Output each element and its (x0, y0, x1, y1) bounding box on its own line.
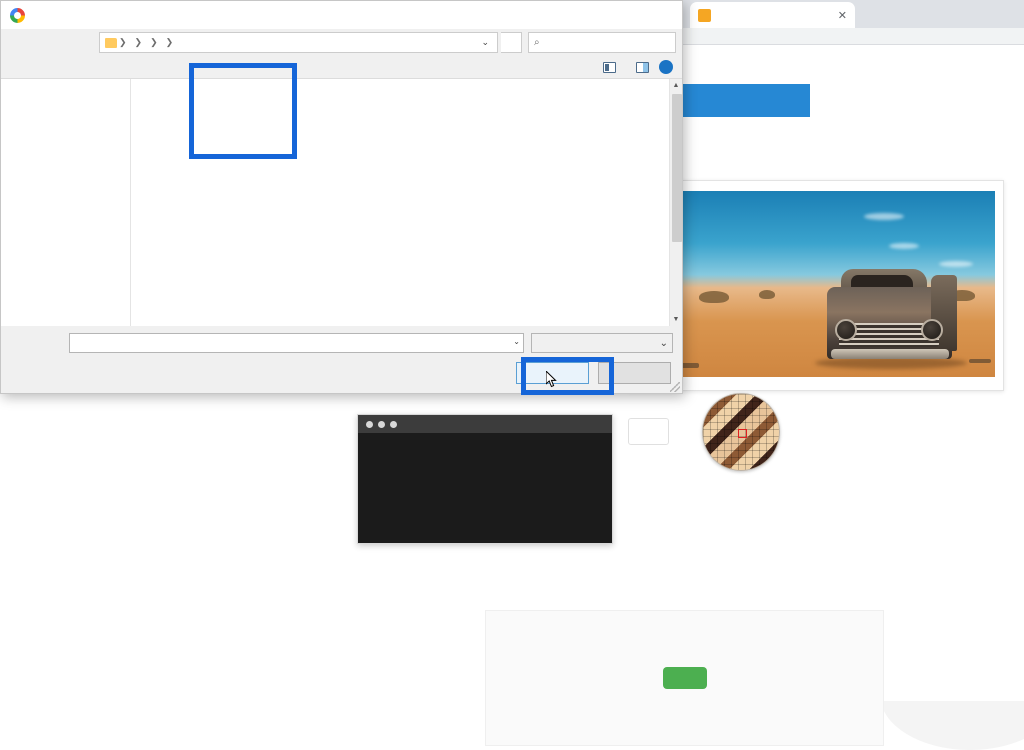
help-icon[interactable] (659, 60, 673, 74)
window-dot-icon (366, 420, 373, 428)
breadcrumb-separator-icon: ❯ (134, 37, 143, 47)
image-picker-card (628, 180, 1004, 391)
open-file-dialog: ❯ ❯ ❯ ❯ ⌄ ⌕ ▲ ▼ ⌄ ⌄ (0, 0, 683, 394)
breadcrumb-item-edna-challenge-2020[interactable] (160, 42, 164, 44)
file-list[interactable]: ▲ ▼ (131, 79, 682, 326)
upload-section (485, 610, 884, 746)
magnifier-loupe (702, 393, 780, 471)
upload-image-button[interactable] (662, 667, 707, 689)
chevron-down-icon: ⌄ (659, 337, 668, 349)
folder-icon (105, 37, 117, 48)
vertical-scrollbar[interactable]: ▲ ▼ (669, 79, 682, 326)
dialog-navigation-bar: ❯ ❯ ❯ ❯ ⌄ ⌕ (1, 29, 682, 56)
selected-color-swatch (371, 446, 431, 506)
loupe-target-icon (738, 429, 747, 438)
webpage-content (485, 45, 1024, 746)
breadcrumb-separator-icon: ❯ (150, 37, 158, 47)
scrollbar-thumb[interactable] (671, 94, 682, 242)
scroll-down-icon[interactable]: ▼ (670, 313, 682, 326)
breadcrumb-item-challenge-10-manufacturing[interactable] (175, 42, 179, 44)
color-card-titlebar (358, 415, 612, 433)
close-icon[interactable]: ✕ (838, 9, 847, 22)
browser-tab[interactable]: ✕ (690, 2, 855, 28)
brandmark-favicon-icon (698, 8, 711, 22)
color-palette (628, 480, 1004, 507)
search-icon: ⌕ (534, 37, 540, 48)
search-box[interactable]: ⌕ (528, 32, 676, 53)
up-button[interactable] (76, 33, 96, 53)
file-type-dropdown[interactable]: ⌄ (531, 333, 673, 353)
breadcrumb-separator-icon: ❯ (119, 37, 127, 47)
recent-locations-button[interactable] (53, 33, 73, 53)
breadcrumb-item-desktop[interactable] (144, 42, 148, 44)
file-name-input[interactable] (69, 333, 524, 353)
change-view-button[interactable] (602, 60, 617, 74)
color-code-card (357, 414, 613, 544)
forward-button[interactable] (30, 33, 50, 53)
chrome-app-icon (10, 7, 25, 23)
breadcrumb[interactable]: ❯ ❯ ❯ ❯ ⌄ (99, 32, 498, 53)
dialog-footer: ⌄ ⌄ (1, 326, 682, 393)
window-dot-icon (390, 420, 397, 428)
cancel-button[interactable] (598, 362, 671, 384)
chevron-down-icon[interactable]: ⌄ (513, 337, 520, 346)
close-icon[interactable] (660, 13, 676, 17)
hero-image[interactable] (639, 191, 995, 377)
dialog-titlebar (1, 1, 682, 29)
refresh-button[interactable] (501, 32, 522, 53)
open-button[interactable] (516, 362, 589, 384)
browser-tab-strip: ✕ (680, 0, 1024, 28)
preview-pane-button[interactable] (635, 60, 650, 74)
chevron-down-icon[interactable]: ⌄ (476, 37, 494, 48)
browser-toolbar (680, 28, 1024, 45)
dominant-color-swatch[interactable] (628, 418, 669, 445)
back-button[interactable] (7, 33, 27, 53)
search-input[interactable] (543, 35, 670, 50)
resize-grip[interactable] (670, 382, 680, 392)
dialog-body: ▲ ▼ (1, 79, 682, 326)
breadcrumb-separator-icon: ❯ (165, 37, 174, 47)
scroll-up-icon[interactable]: ▲ (670, 79, 682, 92)
navigation-tree (1, 79, 131, 326)
breadcrumb-item-this-pc[interactable] (129, 42, 133, 44)
window-dot-icon (378, 420, 385, 428)
dialog-toolbar (1, 56, 682, 79)
